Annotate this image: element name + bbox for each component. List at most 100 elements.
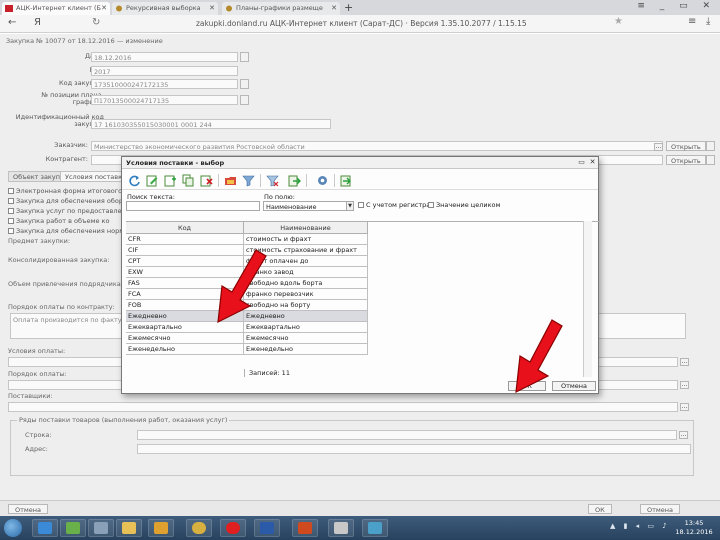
ellipsis-button[interactable]: … [679,431,688,439]
taskbar-app-powerpoint[interactable] [292,519,318,537]
explorer-icon [66,522,80,534]
checkbox-row-1[interactable]: Электронная форма итогового к [8,187,128,195]
form-cancel-button[interactable]: Отмена [640,504,681,514]
ellipsis-button[interactable]: … [680,403,689,411]
row-input[interactable] [137,430,677,440]
column-code-header[interactable]: Код [126,222,244,234]
taskbar-app-explorer[interactable] [60,519,86,537]
lookup-icon[interactable] [240,95,249,105]
taskbar-app-ie[interactable] [32,519,58,537]
window-controls[interactable]: ≡ _ ▭ ✕ [637,1,716,11]
suppliers-input[interactable] [8,402,678,412]
checkbox[interactable] [8,228,14,234]
contractor-label: Контрагент: [45,155,88,163]
add-icon[interactable] [164,174,177,187]
taskbar-app-word[interactable] [254,519,280,537]
checkbox-row-2[interactable]: Закупка для обеспечения обор [8,197,123,205]
taskbar-app-chrome[interactable] [186,519,212,537]
checkbox[interactable] [358,202,364,208]
calendar-icon[interactable] [240,52,249,62]
ellipsis-button[interactable]: … [680,358,689,366]
checkbox-row-4[interactable]: Закупка работ в объеме ко [8,217,109,225]
copy-icon[interactable] [182,174,195,187]
tab-close-icon[interactable]: ✕ [209,4,215,12]
bottom-toolbar: Отмена ОК Отмена [0,500,720,516]
clear-icon[interactable] [706,141,715,151]
bookmark-star-icon[interactable]: ★ [614,16,623,27]
tab-close-icon[interactable]: ✕ [331,4,337,12]
checkbox-row-3[interactable]: Закупка услуг по предоставле [8,207,122,215]
taskbar-app-folder[interactable] [116,519,142,537]
chevron-down-icon[interactable]: ▼ [346,201,354,211]
consolidated-label: Консолидированная закупка: [8,256,110,264]
open-contractor-button[interactable]: Открыть [666,155,706,165]
ellipsis-button[interactable]: … [680,381,689,389]
export-icon[interactable] [340,174,353,187]
checkbox[interactable] [428,202,434,208]
grid-scrollbar[interactable] [583,221,592,377]
checkbox[interactable] [8,218,14,224]
open-customer-button[interactable]: Открыть [666,141,706,151]
lookup-icon[interactable] [240,79,249,89]
back-arrow-icon[interactable]: ← [8,17,16,28]
delivery-rows-title: Ряды поставки товаров (выполнения работ,… [17,416,230,424]
reload-icon[interactable]: ↻ [92,17,100,28]
checkbox[interactable] [8,198,14,204]
refresh-icon[interactable] [128,174,141,187]
case-sensitive-checkbox[interactable]: С учетом регистра [358,201,430,209]
address-input[interactable] [137,444,691,454]
plan-position-input[interactable]: П17013500024717135 [91,95,238,105]
column-name-header[interactable]: Наименование [244,222,368,234]
clear-icon[interactable] [706,155,715,165]
browser-tab-3[interactable]: Планы-графики размеще ✕ [222,2,340,15]
new-tab-button[interactable]: + [344,1,353,14]
taskbar-app-yandex[interactable] [220,519,246,537]
browser-tab-1[interactable]: АЦК-Интернет клиент (Б ✕ [2,2,110,15]
acc-app-icon [5,5,13,12]
taskbar-app-paint[interactable] [362,519,388,537]
navigate-icon[interactable] [288,174,301,187]
menu-icon[interactable]: ≡ [688,16,696,27]
ellipsis-button[interactable]: … [654,143,663,151]
settings-icon[interactable] [316,174,329,187]
table-row[interactable]: CFR стоимость и фрахт [126,234,368,245]
taskbar-app-user[interactable] [328,519,354,537]
whole-value-checkbox[interactable]: Значение целиком [428,201,500,209]
close-icon[interactable]: ✕ [588,158,597,167]
delete-icon[interactable] [200,174,213,187]
address-label: Адрес: [25,445,48,453]
edit-icon[interactable] [146,174,159,187]
taskbar-app-media[interactable] [148,519,174,537]
purchase-code-input[interactable]: 173510000247172135 [91,79,238,89]
suppliers-label: Поставщики: [8,392,53,400]
table-row[interactable]: Ежемесячно Ежемесячно [126,333,368,344]
subject-label: Предмет закупки: [8,237,71,245]
year-input[interactable]: 2017 [91,66,238,76]
checkbox-label: Закупка для обеспечения обор [16,197,123,205]
customer-input[interactable]: Министерство экономического развития Рос… [91,141,663,151]
date-input[interactable]: 18.12.2016 [91,52,238,62]
browser-tab-2[interactable]: Рекурсивная выборка ✕ [112,2,218,15]
system-tray[interactable]: ▲ ▮ ◂ ▭ ♪ [610,522,670,530]
checkbox[interactable] [8,188,14,194]
field-select[interactable]: Наименование [263,201,347,211]
yandex-logo[interactable]: Я [34,17,41,28]
start-button[interactable] [4,519,22,537]
taskbar-app-tools[interactable] [88,519,114,537]
folder-icon[interactable] [224,174,237,187]
maximize-icon[interactable]: ▭ [577,158,586,167]
download-icon[interactable]: ⤓ [706,16,710,27]
url-field[interactable]: zakupki.donland.ru АЦК-Интернет клиент (… [196,19,527,28]
filter-icon[interactable] [242,174,255,187]
tab-close-icon[interactable]: ✕ [101,4,107,12]
form-ok-button[interactable]: ОК [588,504,612,514]
clock[interactable]: 13:45 18.12.2016 [672,519,716,537]
cancel-changes-button[interactable]: Отмена [8,504,49,514]
search-text-input[interactable] [126,201,260,211]
clear-filter-icon[interactable] [266,174,279,187]
checkbox-row-5[interactable]: Закупка для обеспечения нормо [8,227,128,235]
table-row[interactable]: Еженедельно Еженедельно [126,344,368,355]
ikz-input[interactable]: 17 161030355015030001 0001 244 [91,119,331,129]
search-text-label: Поиск текста: [127,193,175,201]
checkbox[interactable] [8,208,14,214]
